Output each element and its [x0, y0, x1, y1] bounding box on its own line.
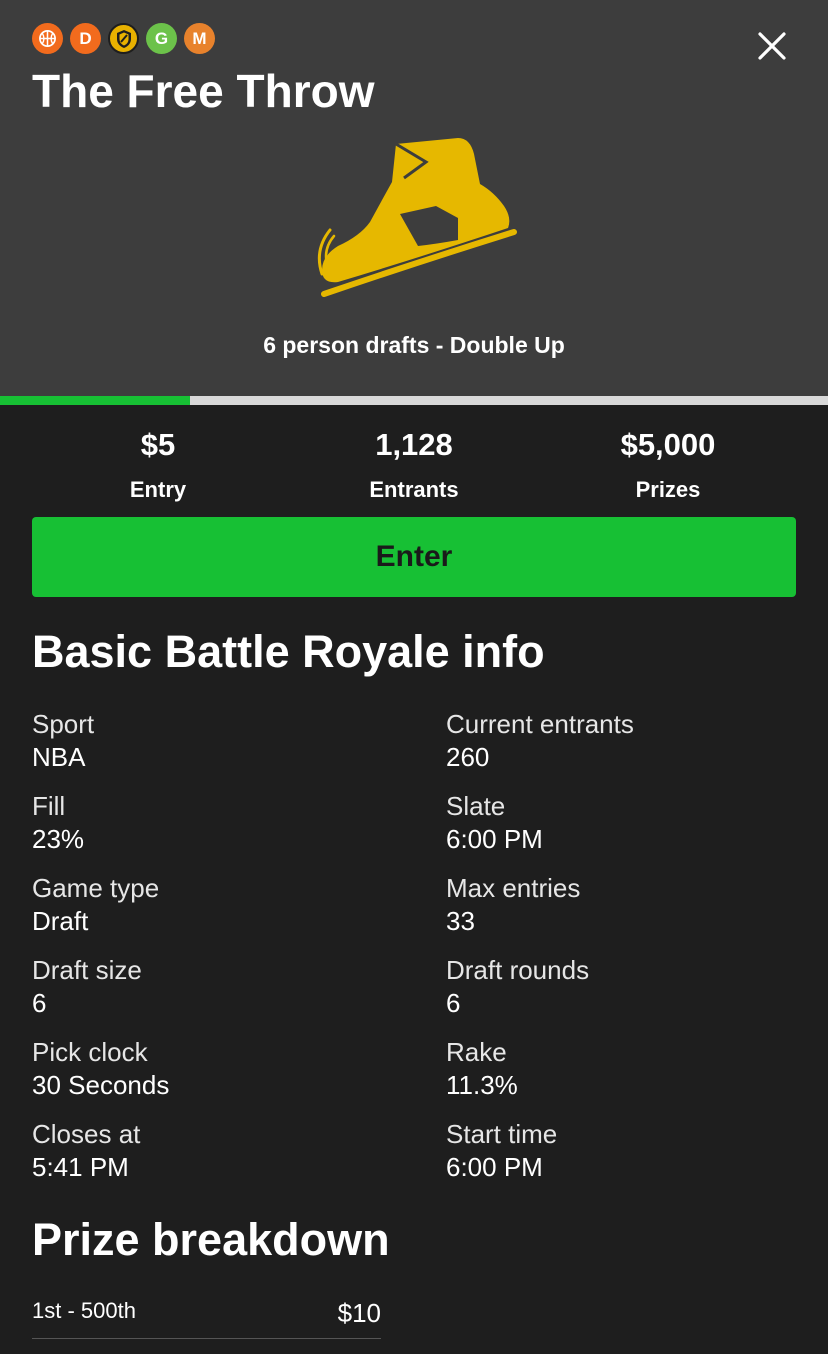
stat-entrants-label: Entrants — [369, 477, 459, 502]
info-value: Draft — [32, 906, 89, 936]
info-label: Max entries — [446, 873, 581, 903]
contest-subtitle: 6 person drafts - Double Up — [263, 332, 565, 358]
info-item-game-type: Game type Draft — [32, 873, 412, 937]
info-label: Slate — [446, 791, 506, 821]
letter-m-icon: M — [184, 23, 215, 54]
info-value: 23% — [32, 824, 85, 854]
enter-button[interactable]: Enter — [32, 517, 796, 597]
info-section-title: Basic Battle Royale info — [32, 626, 545, 677]
info-item-closes-at: Closes at 5:41 PM — [32, 1119, 412, 1183]
info-label: Current entrants — [446, 709, 634, 739]
stat-entry: $5 Entry — [20, 428, 296, 503]
contest-header: D G M The Free Throw 6 person drafts - D… — [0, 0, 828, 396]
info-label: Game type — [32, 873, 160, 903]
info-value: 30 Seconds — [32, 1070, 170, 1100]
letter-d-icon: D — [70, 23, 101, 54]
info-value: 11.3% — [446, 1070, 518, 1100]
info-label: Pick clock — [32, 1037, 148, 1067]
stat-entrants-value: 1,128 — [375, 427, 453, 462]
info-item-slate: Slate 6:00 PM — [446, 791, 826, 855]
fill-progress-fill — [0, 396, 191, 405]
basketball-icon — [32, 23, 63, 54]
info-item-max-entries: Max entries 33 — [446, 873, 826, 937]
info-value: 6 — [32, 988, 47, 1018]
info-value: NBA — [32, 742, 86, 772]
prize-amount: $10 — [337, 1298, 381, 1328]
info-value: 6 — [446, 988, 461, 1018]
info-value: 260 — [446, 742, 490, 772]
stat-prizes-label: Prizes — [635, 477, 701, 502]
letter-g-icon: G — [146, 23, 177, 54]
info-item-draft-size: Draft size 6 — [32, 955, 412, 1019]
info-value: 5:41 PM — [32, 1152, 129, 1182]
info-item-sport: Sport NBA — [32, 709, 412, 773]
info-item-pick-clock: Pick clock 30 Seconds — [32, 1037, 412, 1101]
info-label: Draft rounds — [446, 955, 590, 985]
info-item-draft-rounds: Draft rounds 6 — [446, 955, 826, 1019]
stat-prizes: $5,000 Prizes — [530, 428, 806, 503]
info-label: Start time — [446, 1119, 558, 1149]
contest-title: The Free Throw — [32, 65, 375, 117]
close-button[interactable] — [752, 26, 792, 66]
info-item-rake: Rake 11.3% — [446, 1037, 826, 1101]
prize-section-title: Prize breakdown — [32, 1214, 390, 1265]
info-label: Sport — [32, 709, 95, 739]
info-label: Fill — [32, 791, 66, 821]
fill-progress-bar — [0, 396, 828, 405]
info-value: 6:00 PM — [446, 824, 543, 854]
stat-prizes-value: $5,000 — [620, 427, 716, 462]
info-value: 6:00 PM — [446, 1152, 543, 1182]
sport-badges: D G M — [32, 23, 215, 54]
info-item-fill: Fill 23% — [32, 791, 412, 855]
stat-entry-label: Entry — [129, 477, 187, 502]
prize-row: 1st - 500th $10 — [32, 1290, 381, 1339]
prize-place: 1st - 500th — [32, 1298, 136, 1323]
sneaker-icon — [317, 138, 517, 297]
info-label: Rake — [446, 1037, 507, 1067]
info-label: Draft size — [32, 955, 142, 985]
close-icon — [758, 32, 786, 60]
info-item-start-time: Start time 6:00 PM — [446, 1119, 826, 1183]
info-label: Closes at — [32, 1119, 141, 1149]
info-item-current-entrants: Current entrants 260 — [446, 709, 826, 773]
stat-entry-value: $5 — [140, 427, 176, 462]
stat-entrants: 1,128 Entrants — [276, 428, 552, 503]
shield-icon — [108, 23, 139, 54]
info-value: 33 — [446, 906, 475, 936]
